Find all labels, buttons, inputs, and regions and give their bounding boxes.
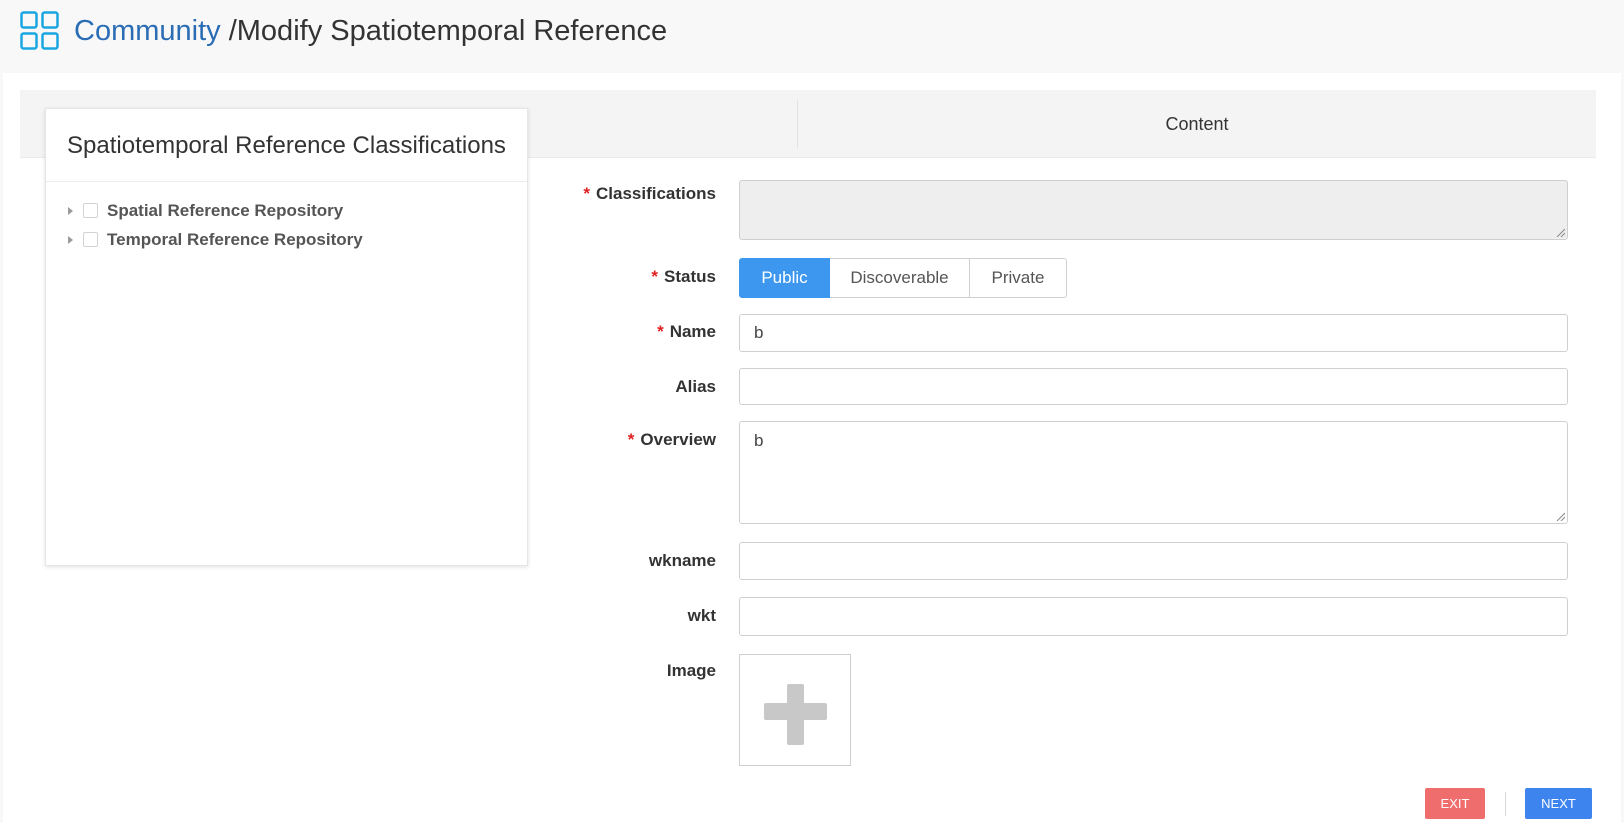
name-input[interactable]: b — [739, 314, 1568, 352]
breadcrumb-current: /Modify Spatiotemporal Reference — [228, 15, 668, 47]
wkt-label-row: wkt — [556, 606, 716, 628]
tree-node-spatial: Spatial Reference Repository — [46, 196, 527, 225]
name-label: * Name — [657, 322, 716, 341]
wkname-input[interactable] — [739, 542, 1568, 580]
status-private-button[interactable]: Private — [970, 258, 1067, 298]
expand-caret-icon[interactable] — [68, 235, 73, 244]
overview-value: b — [754, 431, 764, 450]
resize-grip-icon[interactable] — [1555, 227, 1565, 237]
tree-label-spatial[interactable]: Spatial Reference Repository — [107, 201, 343, 221]
classification-panel: Spatiotemporal Reference Classifications… — [45, 108, 528, 566]
wkname-label-row: wkname — [556, 551, 716, 573]
classifications-field[interactable] — [739, 180, 1568, 240]
classifications-label-row: * Classifications — [556, 184, 716, 206]
wkt-input[interactable] — [739, 597, 1568, 636]
status-public-button[interactable]: Public — [739, 258, 830, 298]
plus-icon-vertical — [787, 684, 804, 745]
status-label-row: * Status — [556, 267, 716, 289]
expand-caret-icon[interactable] — [68, 206, 73, 215]
image-label-row: Image — [556, 661, 716, 683]
tree-node-temporal: Temporal Reference Repository — [46, 225, 527, 254]
overview-label-row: * Overview — [556, 430, 716, 452]
step-content[interactable]: Content — [798, 90, 1596, 158]
image-label: Image — [666, 661, 716, 680]
status-discoverable-button[interactable]: Discoverable — [830, 258, 970, 298]
image-upload[interactable] — [739, 654, 851, 766]
status-label: * Status — [651, 267, 716, 286]
exit-button[interactable]: EXIT — [1425, 788, 1485, 819]
overview-textarea[interactable]: b — [739, 421, 1568, 524]
alias-label: Alias — [675, 377, 716, 396]
next-button[interactable]: NEXT — [1525, 788, 1592, 819]
page-title: Community /Modify Spatiotemporal Referen… — [74, 12, 667, 50]
overview-label: * Overview — [627, 430, 716, 449]
name-label-row: * Name — [556, 322, 716, 344]
tree-label-temporal[interactable]: Temporal Reference Repository — [107, 230, 363, 250]
top-bar: Community /Modify Spatiotemporal Referen… — [0, 0, 1624, 72]
breadcrumb-community-link[interactable]: Community — [74, 15, 221, 47]
wkname-label: wkname — [648, 551, 716, 570]
resize-grip-icon[interactable] — [1555, 511, 1565, 521]
panel-title: Spatiotemporal Reference Classifications — [46, 109, 527, 182]
status-toggle-group: Public Discoverable Private — [739, 258, 1067, 298]
classification-tree: Spatial Reference Repository Temporal Re… — [46, 182, 527, 254]
checkbox-spatial[interactable] — [83, 203, 98, 218]
alias-input[interactable] — [739, 368, 1568, 405]
checkbox-temporal[interactable] — [83, 232, 98, 247]
wkt-label: wkt — [687, 606, 716, 625]
alias-label-row: Alias — [556, 377, 716, 399]
action-divider — [1505, 792, 1506, 816]
grid-icon[interactable] — [20, 11, 60, 51]
classifications-label: * Classifications — [583, 184, 716, 203]
